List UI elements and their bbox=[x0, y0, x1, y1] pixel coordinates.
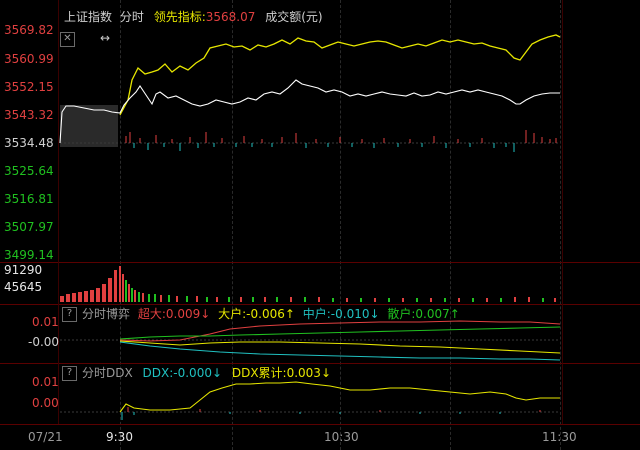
expand-icon[interactable]: ↔ bbox=[100, 31, 110, 45]
time-tick: 9:30 bbox=[106, 430, 133, 444]
panel-separator bbox=[0, 363, 640, 364]
ddx-cum-line bbox=[119, 381, 560, 413]
ddx-panel-title-row: 分时DDX DDX:-0.000↓ DDX累计:0.003↓ bbox=[82, 366, 331, 380]
panel-separator bbox=[0, 424, 640, 425]
right-axis-divider bbox=[562, 0, 563, 424]
date-label: 07/21 bbox=[28, 430, 63, 444]
volume-bars bbox=[60, 266, 556, 302]
game-panel-title-row: 分时博弈 超大:0.009↓ 大户:-0.006↑ 中户:-0.010↓ 散户:… bbox=[82, 307, 460, 321]
leading-indicator-value: 3568.07 bbox=[205, 10, 256, 24]
panel-separator bbox=[0, 262, 640, 263]
ddx-panel-title[interactable]: 分时DDX bbox=[82, 366, 133, 380]
help-icon[interactable]: ? bbox=[62, 366, 77, 381]
y-tick: 3516.81 bbox=[4, 192, 54, 206]
super-large-line bbox=[119, 320, 561, 342]
retail-value: 散户:0.007↑ bbox=[387, 307, 460, 321]
time-tick: 10:30 bbox=[324, 430, 359, 444]
volume-tick: 91290 bbox=[4, 263, 43, 277]
time-tick: 11:30 bbox=[542, 430, 577, 444]
chart-canvas bbox=[59, 34, 561, 420]
game-panel-title[interactable]: 分时博弈 bbox=[82, 307, 130, 321]
super-large-value: 超大:0.009↓ bbox=[137, 307, 211, 321]
y-tick: 3552.15 bbox=[4, 80, 54, 94]
ddx-cum-value: DDX累计:0.003↓ bbox=[231, 366, 331, 380]
price-line bbox=[59, 79, 560, 144]
ddx-value: DDX:-0.000↓ bbox=[142, 366, 223, 380]
volume-tick: 45645 bbox=[4, 280, 43, 294]
retail-line bbox=[119, 326, 561, 340]
game-tick: 0.01 bbox=[32, 315, 59, 329]
turnover-label: 成交额(元) bbox=[265, 10, 323, 24]
y-tick: 3543.32 bbox=[4, 108, 54, 122]
game-tick: -0.00 bbox=[28, 335, 60, 349]
y-tick: 3499.14 bbox=[4, 248, 54, 262]
leading-indicator-label: 领先指标: bbox=[153, 10, 206, 24]
y-tick: 3534.48 bbox=[4, 136, 54, 150]
period-label[interactable]: 分时 bbox=[120, 10, 144, 24]
y-tick: 3560.99 bbox=[4, 52, 54, 66]
main-title-row: 上证指数 分时 领先指标:3568.07 成交额(元) bbox=[64, 10, 323, 24]
close-icon[interactable]: ✕ bbox=[60, 32, 75, 47]
y-axis-divider bbox=[58, 0, 59, 424]
large-value: 大户:-0.006↑ bbox=[218, 307, 295, 321]
ddx-tick: 0.01 bbox=[32, 375, 59, 389]
help-icon[interactable]: ? bbox=[62, 307, 77, 322]
panel-separator bbox=[0, 304, 640, 305]
y-tick: 3507.97 bbox=[4, 220, 54, 234]
ddx-tick: 0.00 bbox=[32, 396, 59, 410]
large-line bbox=[119, 340, 561, 354]
index-name[interactable]: 上证指数 bbox=[64, 10, 112, 24]
leading-indicator-line bbox=[119, 34, 561, 116]
y-tick: 3525.64 bbox=[4, 164, 54, 178]
medium-value: 中户:-0.010↓ bbox=[302, 307, 380, 321]
main-histogram bbox=[125, 130, 557, 152]
y-tick: 3569.82 bbox=[4, 23, 54, 37]
